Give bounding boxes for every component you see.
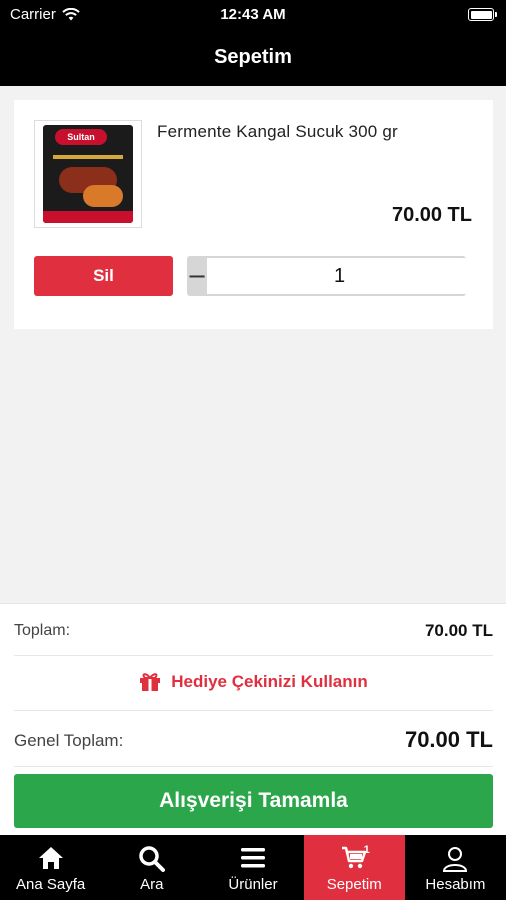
order-summary: Toplam: 70.00 TL Hediye Çekinizi Kullanı…: [0, 603, 506, 835]
tab-home[interactable]: Ana Sayfa: [0, 835, 101, 900]
tab-products-label: Ürünler: [228, 876, 278, 893]
cart-count-badge: 1: [363, 844, 370, 856]
home-icon: [38, 847, 63, 869]
status-bar: Carrier 12:43 AM: [0, 0, 506, 32]
tab-cart-label: Sepetim: [326, 876, 382, 893]
product-price: 70.00 TL: [391, 204, 472, 226]
tab-bar: Ana Sayfa Ara Ürünler 1 Sepetim Hesabım: [0, 835, 506, 900]
battery-icon: [468, 8, 497, 21]
gift-voucher-label: Hediye Çekinizi Kullanın: [171, 672, 368, 691]
tab-search-label: Ara: [140, 876, 164, 893]
page-title: Sepetim: [0, 32, 506, 86]
clock: 12:43 AM: [220, 6, 286, 23]
quantity-stepper: − +: [187, 256, 466, 296]
tab-home-label: Ana Sayfa: [15, 876, 86, 893]
subtotal-row: Toplam: 70.00 TL: [14, 604, 493, 656]
tab-search[interactable]: Ara: [101, 835, 202, 900]
product-thumbnail[interactable]: Sultan: [34, 120, 142, 228]
subtotal-label: Toplam:: [14, 622, 71, 639]
tab-cart[interactable]: 1 Sepetim: [303, 835, 405, 900]
subtotal-value: 70.00 TL: [424, 621, 493, 640]
cart-item-card: Sultan Fermente Kangal Sucuk 300 gr 70.0…: [14, 100, 493, 329]
tab-products[interactable]: Ürünler: [202, 835, 303, 900]
gift-voucher-link[interactable]: Hediye Çekinizi Kullanın: [139, 672, 368, 692]
menu-icon: [241, 848, 265, 868]
decrease-quantity-button[interactable]: −: [187, 256, 208, 296]
grand-total-value: 70.00 TL: [404, 727, 493, 752]
product-package-image: Sultan: [43, 125, 133, 223]
search-icon: [139, 846, 165, 872]
gift-voucher-row: Hediye Çekinizi Kullanın: [14, 656, 493, 711]
brand-logo: Sultan: [55, 129, 107, 145]
tab-account-label: Hesabım: [425, 876, 486, 893]
gift-icon: [140, 673, 161, 691]
user-icon: [443, 847, 468, 872]
checkout-button[interactable]: Alışverişi Tamamla: [14, 774, 493, 828]
quantity-input[interactable]: [207, 256, 466, 296]
grand-total-row: Genel Toplam: 70.00 TL: [14, 711, 493, 767]
remove-item-button[interactable]: Sil: [34, 256, 173, 296]
product-name[interactable]: Fermente Kangal Sucuk 300 gr: [157, 122, 398, 142]
grand-total-label: Genel Toplam:: [14, 731, 124, 750]
tab-account[interactable]: Hesabım: [405, 835, 506, 900]
